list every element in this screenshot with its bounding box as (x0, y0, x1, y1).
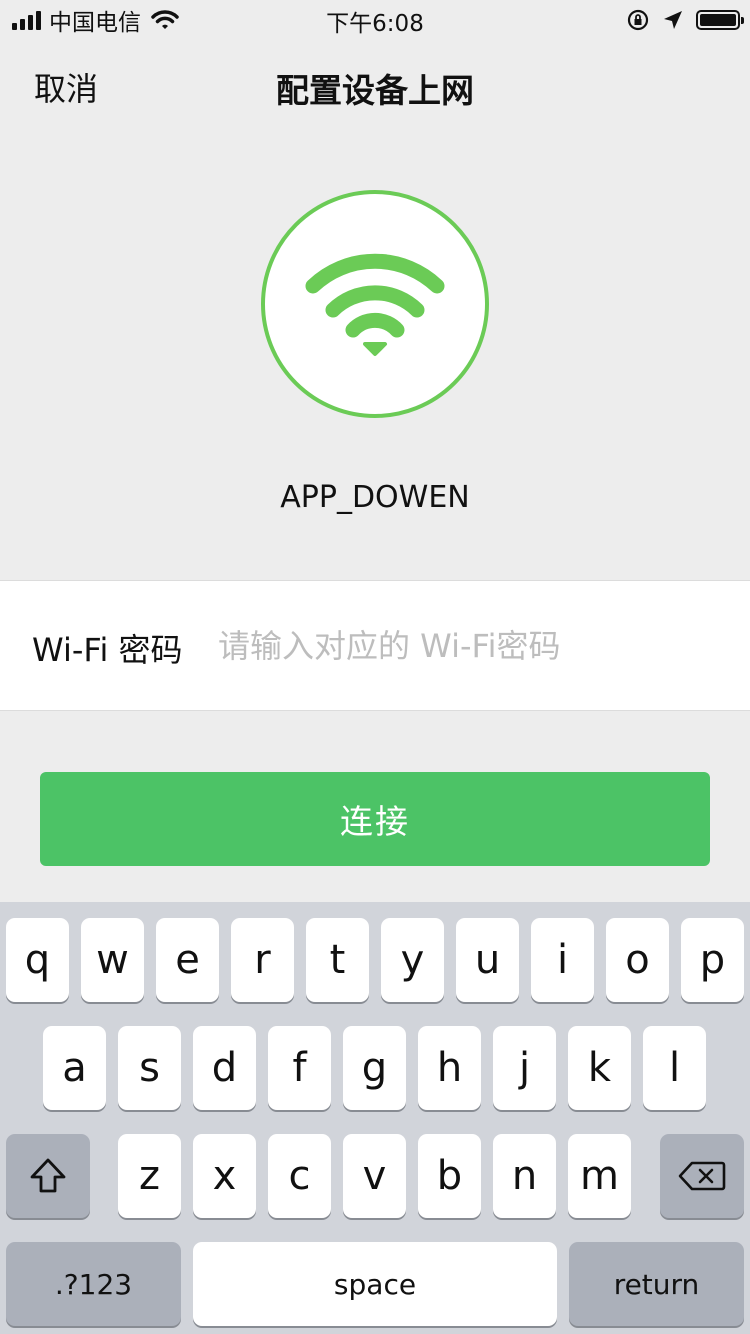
key-m[interactable]: m (568, 1134, 631, 1218)
status-right (626, 6, 744, 34)
location-icon (664, 11, 682, 29)
status-bar: 中国电信 下午6:08 (0, 0, 750, 40)
key-d[interactable]: d (193, 1026, 256, 1110)
password-row: Wi-Fi 密码 (0, 580, 750, 711)
return-key[interactable]: return (569, 1242, 744, 1326)
battery-icon (696, 10, 744, 30)
key-c[interactable]: c (268, 1134, 331, 1218)
page-title: 配置设备上网 (276, 71, 474, 110)
shift-icon (30, 1158, 66, 1193)
key-e[interactable]: e (156, 918, 219, 1002)
key-v[interactable]: v (343, 1134, 406, 1218)
key-h[interactable]: h (418, 1026, 481, 1110)
shift-key[interactable] (6, 1134, 90, 1218)
key-z[interactable]: z (118, 1134, 181, 1218)
connect-button[interactable]: 连接 (40, 772, 710, 866)
backspace-icon (678, 1161, 726, 1191)
key-t[interactable]: t (306, 918, 369, 1002)
key-k[interactable]: k (568, 1026, 631, 1110)
key-y[interactable]: y (381, 918, 444, 1002)
wifi-icon (261, 190, 489, 418)
numbers-key[interactable]: .?123 (6, 1242, 181, 1326)
key-p[interactable]: p (681, 918, 744, 1002)
space-key[interactable]: space (193, 1242, 557, 1326)
key-i[interactable]: i (531, 918, 594, 1002)
key-r[interactable]: r (231, 918, 294, 1002)
network-ssid: APP_DOWEN (280, 480, 470, 515)
key-s[interactable]: s (118, 1026, 181, 1110)
password-input[interactable] (218, 611, 718, 681)
key-n[interactable]: n (493, 1134, 556, 1218)
key-g[interactable]: g (343, 1026, 406, 1110)
rotation-lock-icon (627, 9, 649, 31)
key-a[interactable]: a (43, 1026, 106, 1110)
key-o[interactable]: o (606, 918, 669, 1002)
password-label: Wi-Fi 密码 (32, 631, 183, 669)
key-x[interactable]: x (193, 1134, 256, 1218)
key-q[interactable]: q (6, 918, 69, 1002)
key-j[interactable]: j (493, 1026, 556, 1110)
key-f[interactable]: f (268, 1026, 331, 1110)
key-u[interactable]: u (456, 918, 519, 1002)
keyboard: q w e r t y u i o p a s d f g h j k l z … (0, 902, 750, 1334)
delete-key[interactable] (660, 1134, 744, 1218)
key-w[interactable]: w (81, 918, 144, 1002)
key-l[interactable]: l (643, 1026, 706, 1110)
nav-bar: 取消 配置设备上网 (0, 50, 750, 120)
key-b[interactable]: b (418, 1134, 481, 1218)
